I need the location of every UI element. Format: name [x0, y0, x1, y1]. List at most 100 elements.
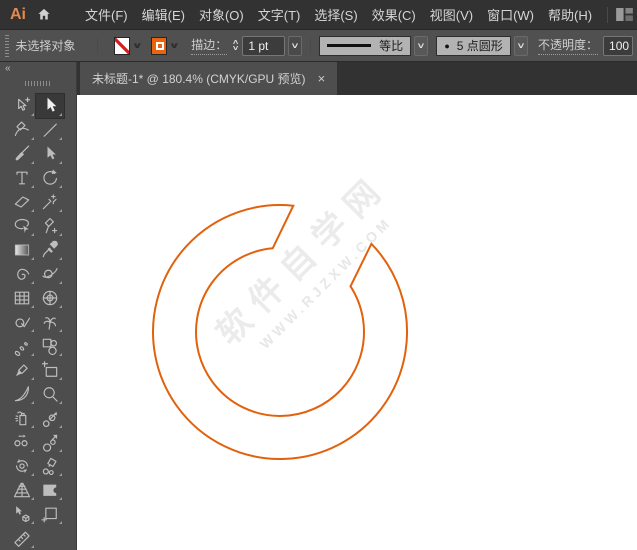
tool-spiral-tool[interactable] [8, 262, 36, 286]
fill-swatch[interactable] [114, 36, 131, 55]
stroke-swatch[interactable] [150, 36, 167, 55]
perspective-selection-tool-icon [16, 506, 30, 523]
brush-dropdown-button[interactable]: ∨ [513, 35, 528, 56]
artwork-layer [152, 204, 408, 460]
tool-shaper-tool[interactable] [36, 262, 64, 286]
tool-symbol-styler-tool[interactable] [36, 478, 64, 502]
tool-blend-tool[interactable] [8, 334, 36, 358]
tool-polar-grid-tool[interactable] [36, 286, 64, 310]
tool-selection-tool[interactable] [35, 93, 65, 119]
toolbar-drag-handle[interactable] [25, 81, 51, 86]
fill-chevron-icon[interactable]: ∨ [132, 41, 143, 50]
menu-item-6[interactable]: 视图(V) [423, 5, 480, 24]
brush-definition-dropdown[interactable]: ● 5 点圆形 [436, 35, 511, 56]
tool-paintbrush-tool[interactable] [8, 142, 36, 166]
menu-items: 文件(F) 编辑(E) 对象(O) 文字(T) 选择(S) 效果(C) 视图(V) 窗口(W)… [78, 5, 599, 24]
tool-direct-selection-tool[interactable] [36, 142, 64, 166]
collapse-panel-icon[interactable]: « [5, 64, 11, 74]
tool-type-tool[interactable] [8, 166, 36, 190]
add-anchor-point-tool-icon [44, 217, 58, 234]
controlbar-separator2 [310, 37, 312, 54]
tool-shape-builder-tool[interactable] [8, 310, 36, 334]
symbol-styler-tool-icon [43, 484, 57, 496]
controlbar-drag-handle[interactable] [5, 34, 10, 57]
tool-lasso-tool[interactable] [8, 214, 36, 238]
tool-symbol-shifter-tool[interactable] [36, 406, 64, 430]
tool-gradient-tool[interactable] [8, 238, 36, 262]
stroke-chevron-icon[interactable]: ∨ [168, 41, 179, 50]
toolbar-header: « [0, 62, 76, 76]
curvature-tool-icon [14, 121, 29, 136]
home-button[interactable] [36, 7, 52, 22]
menu-item-3[interactable]: 文字(T) [251, 5, 308, 24]
shape-builder-tool-icon [15, 317, 31, 328]
menu-item-8[interactable]: 帮助(H) [541, 5, 599, 24]
rotate-tool-icon [43, 169, 58, 185]
symbol-stainer-tool-icon [42, 457, 57, 475]
shaper-tool-icon [42, 268, 58, 279]
selection-tool-icon [47, 97, 57, 112]
magic-wand-tool-icon [42, 194, 57, 210]
stroke-weight-label[interactable]: 描边： [191, 36, 228, 55]
tool-line-segment-tool[interactable] [36, 118, 64, 142]
tool-magic-wand-tool[interactable] [36, 190, 64, 214]
stroke-weight-dropdown-button[interactable]: ∨ [287, 35, 303, 56]
tab-close-icon[interactable]: × [318, 72, 326, 85]
symbol-spinner-tool-icon [16, 458, 28, 474]
menu-item-5[interactable]: 效果(C) [365, 5, 423, 24]
slice-tool-icon [41, 361, 58, 377]
menu-item-1[interactable]: 编辑(E) [135, 5, 192, 24]
variable-width-profile-dropdown[interactable]: 等比 [319, 35, 412, 56]
tools-grid [0, 93, 76, 550]
paintbrush-tool-icon [15, 145, 30, 161]
tool-puppet-warp-tool[interactable] [36, 310, 64, 334]
opacity-label[interactable]: 不透明度： [538, 36, 599, 55]
tool-symbol-sizer-tool[interactable] [36, 430, 64, 454]
canvas[interactable]: 软件自学网 WWW.RJZXW.COM [77, 95, 637, 550]
stroke-weight-stepper[interactable]: ∧ ∨ [232, 39, 240, 52]
tool-add-anchor-point-tool[interactable] [36, 214, 64, 238]
tool-pencil-tool[interactable] [8, 358, 36, 382]
status-label: 未选择对象 [15, 39, 76, 53]
tool-curvature-tool[interactable] [8, 118, 36, 142]
opacity-input[interactable]: 100 [603, 35, 634, 56]
document-tab-bar: 未标题-1* @ 180.4% (CMYK/GPU 预览) × [77, 62, 637, 95]
line-segment-tool-icon [43, 123, 57, 137]
tool-symbol-spinner-tool[interactable] [8, 454, 36, 478]
tool-symbol-scruncher-tool[interactable] [8, 430, 36, 454]
illustrator-window: Ai 文件(F) 编辑(E) 对象(O) 文字(T) 选择(S) 效果(C) 视图(V) 窗口… [0, 0, 637, 550]
tool-shapes-tool[interactable] [36, 334, 64, 358]
tool-artboard-tool[interactable] [36, 502, 64, 526]
symbol-sizer-tool-icon [43, 434, 58, 452]
tool-symbol-sprayer-tool[interactable] [8, 406, 36, 430]
tool-zoom-tool[interactable] [36, 382, 64, 406]
tool-rectangular-grid-tool[interactable] [8, 286, 36, 310]
tool-perspective-grid-tool[interactable] [8, 478, 36, 502]
tool-group-selection-tool[interactable] [8, 94, 36, 118]
document-tab[interactable]: 未标题-1* @ 180.4% (CMYK/GPU 预览) × [80, 62, 338, 95]
symbol-shifter-tool-icon [42, 411, 57, 427]
blend-tool-icon [14, 342, 28, 356]
width-profile-dropdown-button[interactable]: ∨ [414, 35, 429, 56]
workspace-switcher-button[interactable]: ∨ [616, 8, 637, 21]
tool-symbol-stainer-tool[interactable] [36, 454, 64, 478]
tool-perspective-selection-tool[interactable] [8, 502, 36, 526]
brush-dot-icon: ● [444, 40, 450, 51]
menu-item-7[interactable]: 窗口(W) [480, 5, 541, 24]
document-tab-title: 未标题-1* @ 180.4% (CMYK/GPU 预览) [92, 72, 306, 86]
menu-item-4[interactable]: 选择(S) [307, 5, 364, 24]
menu-item-2[interactable]: 对象(O) [192, 5, 251, 24]
menu-item-0[interactable]: 文件(F) [78, 5, 135, 24]
stepper-down-icon[interactable]: ∨ [232, 45, 240, 52]
tool-measure-tool[interactable] [8, 526, 36, 550]
tool-eraser-tool[interactable] [8, 190, 36, 214]
tool-rotate-tool[interactable] [36, 166, 64, 190]
lasso-tool-icon [14, 218, 29, 233]
stroke-weight-input[interactable]: 1 pt [242, 35, 285, 56]
tool-knife-tool[interactable] [8, 382, 36, 406]
u-outline-shape [152, 204, 408, 460]
tool-eyedropper-tool[interactable] [36, 238, 64, 262]
type-tool-icon [16, 171, 28, 185]
rectangular-grid-tool-icon [14, 291, 30, 305]
tool-slice-tool[interactable] [36, 358, 64, 382]
